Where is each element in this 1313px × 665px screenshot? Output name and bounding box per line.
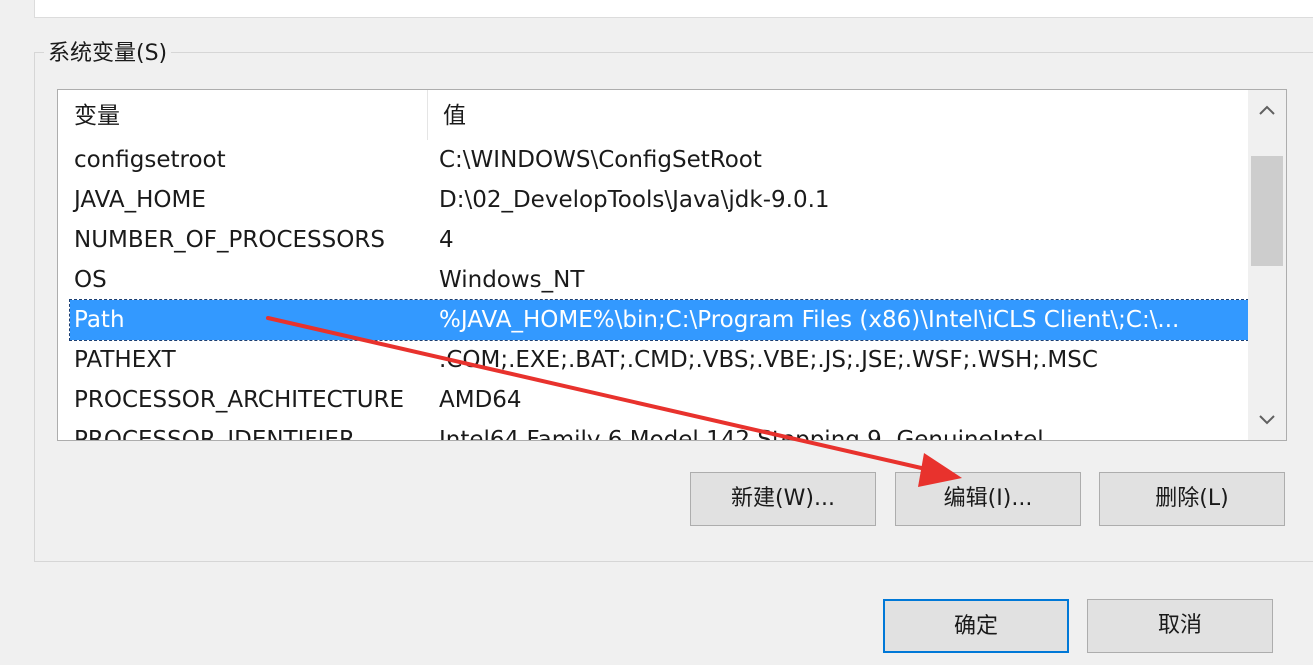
vertical-scrollbar[interactable] — [1248, 90, 1286, 440]
system-variables-list[interactable]: 变量 值 configsetroot C:\WINDOWS\ConfigSetR… — [57, 89, 1287, 441]
table-row[interactable]: JAVA_HOME D:\02_DevelopTools\Java\jdk-9.… — [70, 180, 1248, 220]
table-row[interactable]: configsetroot C:\WINDOWS\ConfigSetRoot — [70, 140, 1248, 180]
variable-value: %JAVA_HOME%\bin;C:\Program Files (x86)\I… — [439, 307, 1180, 333]
column-header-variable[interactable]: 变量 — [58, 90, 427, 140]
table-row-selected[interactable]: Path %JAVA_HOME%\bin;C:\Program Files (x… — [69, 299, 1249, 341]
variable-value: .COM;.EXE;.BAT;.CMD;.VBS;.VBE;.JS;.JSE;.… — [439, 347, 1098, 373]
cancel-button[interactable]: 取消 — [1087, 599, 1273, 653]
variable-name: NUMBER_OF_PROCESSORS — [74, 227, 385, 253]
table-row[interactable]: PATHEXT .COM;.EXE;.BAT;.CMD;.VBS;.VBE;.J… — [70, 340, 1248, 380]
chevron-down-icon[interactable] — [1248, 400, 1286, 440]
variable-name: OS — [74, 267, 107, 293]
group-title: 系统变量(S) — [44, 40, 172, 68]
top-panel — [34, 0, 1313, 18]
scrollbar-thumb[interactable] — [1251, 156, 1283, 266]
ok-button[interactable]: 确定 — [883, 599, 1069, 653]
edit-button[interactable]: 编辑(I)... — [895, 472, 1081, 526]
chevron-up-icon[interactable] — [1248, 90, 1286, 130]
table-row-partial[interactable]: PROCESSOR_IDENTIFIER Intel64 Family 6 Mo… — [70, 420, 1248, 441]
table-row[interactable]: NUMBER_OF_PROCESSORS 4 — [70, 220, 1248, 260]
delete-button[interactable]: 删除(L) — [1099, 472, 1285, 526]
variable-name: PATHEXT — [74, 347, 176, 373]
new-button[interactable]: 新建(W)... — [690, 472, 876, 526]
variable-value: Windows_NT — [439, 267, 585, 293]
variable-value: AMD64 — [439, 387, 522, 413]
variable-name: JAVA_HOME — [74, 187, 206, 213]
variable-name: PROCESSOR_IDENTIFIER — [74, 427, 355, 441]
variable-value: D:\02_DevelopTools\Java\jdk-9.0.1 — [439, 187, 830, 213]
table-row[interactable]: OS Windows_NT — [70, 260, 1248, 300]
variable-name: configsetroot — [74, 147, 226, 173]
variable-name: PROCESSOR_ARCHITECTURE — [74, 387, 405, 413]
variable-name: Path — [74, 307, 125, 333]
variable-value: 4 — [439, 227, 454, 253]
table-row[interactable]: PROCESSOR_ARCHITECTURE AMD64 — [70, 380, 1248, 420]
list-header: 变量 值 — [58, 90, 1248, 140]
variable-value: Intel64 Family 6 Model 142 Stepping 9, G… — [439, 427, 1044, 441]
variable-value: C:\WINDOWS\ConfigSetRoot — [439, 147, 762, 173]
column-header-value[interactable]: 值 — [427, 90, 1247, 140]
